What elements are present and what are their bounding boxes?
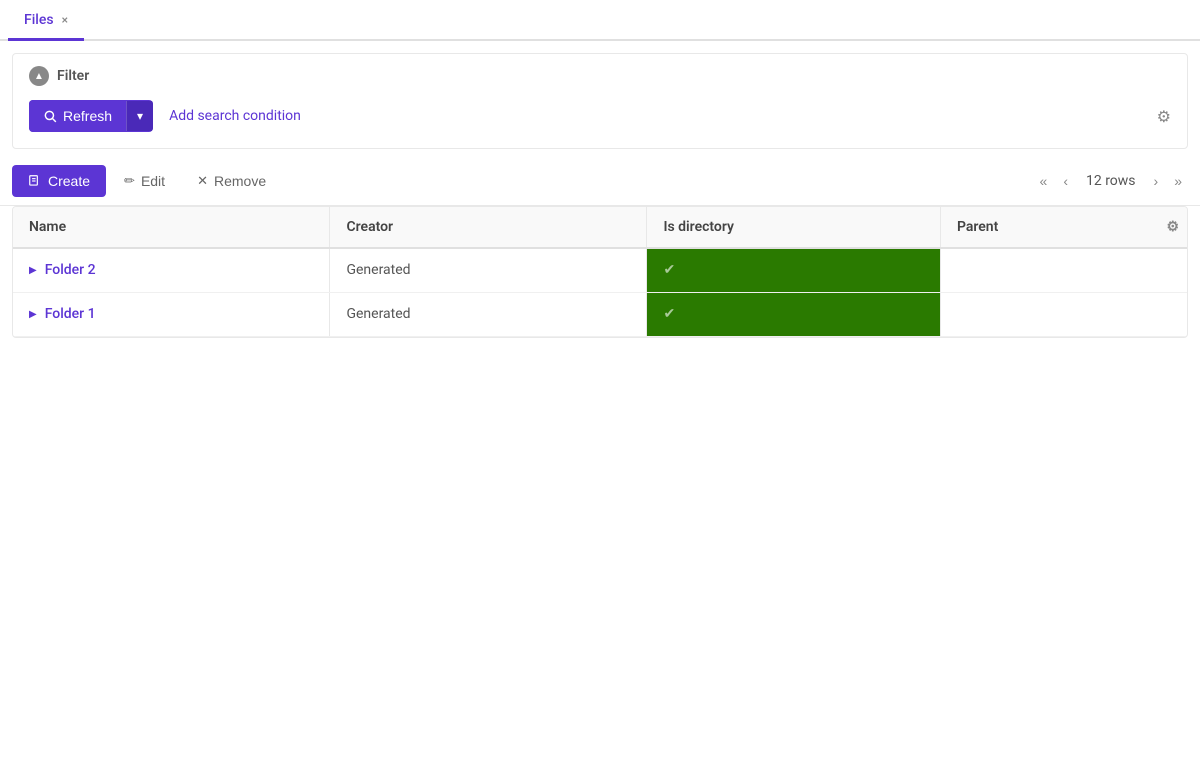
checkmark-icon: ✔ (663, 262, 675, 278)
add-search-condition-link[interactable]: Add search condition (169, 108, 301, 124)
filter-header: ▲ Filter (29, 66, 1171, 86)
expander-arrow-icon: ▶ (29, 309, 37, 320)
is-directory-inner: ✔ (647, 249, 940, 292)
pagination-next-button[interactable]: › (1148, 169, 1165, 193)
cell-is-directory: ✔ (647, 292, 941, 336)
is-directory-inner: ✔ (647, 293, 940, 336)
cell-creator: Generated (330, 292, 647, 336)
pagination-last-button[interactable]: » (1168, 169, 1188, 193)
tab-label: Files (24, 12, 54, 28)
row-expander[interactable]: ▶ Folder 2 (29, 262, 313, 278)
cell-parent (940, 292, 1187, 336)
remove-icon: ✕ (197, 173, 208, 189)
empty-area (0, 338, 1200, 688)
pagination-first-button[interactable]: « (1034, 169, 1054, 193)
filter-toggle-icon[interactable]: ▲ (29, 66, 49, 86)
filter-actions: Refresh ▾ Add search condition ⚙ (29, 100, 1171, 132)
col-header-name: Name (13, 207, 330, 248)
row-count: 12 rows (1078, 173, 1144, 189)
cell-name: ▶ Folder 1 (13, 292, 330, 336)
table-header-row: Name Creator Is directory Parent ⚙ (13, 207, 1187, 248)
expander-arrow-icon: ▶ (29, 265, 37, 276)
col-header-creator: Creator (330, 207, 647, 248)
cell-is-directory: ✔ (647, 248, 941, 292)
search-icon (43, 109, 57, 123)
col-header-parent: Parent ⚙ (940, 207, 1187, 248)
edit-button[interactable]: ✏ Edit (110, 165, 179, 197)
refresh-dropdown-icon[interactable]: ▾ (126, 101, 153, 131)
table-container: Name Creator Is directory Parent ⚙ ▶ Fol… (12, 206, 1188, 338)
cell-name: ▶ Folder 2 (13, 248, 330, 292)
table-body: ▶ Folder 2 Generated ✔ ▶ Folder 1 Genera… (13, 248, 1187, 336)
refresh-main[interactable]: Refresh (29, 100, 126, 132)
tab-close-icon[interactable]: × (62, 14, 68, 26)
remove-button[interactable]: ✕ Remove (183, 165, 280, 197)
cell-creator: Generated (330, 248, 647, 292)
table-settings-icon[interactable]: ⚙ (1166, 219, 1179, 235)
row-name-text: Folder 1 (45, 306, 96, 322)
checkmark-icon: ✔ (663, 306, 675, 322)
toolbar: Create ✏ Edit ✕ Remove « ‹ 12 rows › » (0, 157, 1200, 206)
edit-icon: ✏ (124, 173, 135, 189)
pagination-prev-button[interactable]: ‹ (1057, 169, 1074, 193)
pagination: « ‹ 12 rows › » (1034, 169, 1188, 193)
cell-parent (940, 248, 1187, 292)
table-row[interactable]: ▶ Folder 1 Generated ✔ (13, 292, 1187, 336)
data-table: Name Creator Is directory Parent ⚙ ▶ Fol… (13, 207, 1187, 337)
table-row[interactable]: ▶ Folder 2 Generated ✔ (13, 248, 1187, 292)
row-expander[interactable]: ▶ Folder 1 (29, 306, 313, 322)
create-icon (28, 174, 42, 188)
files-tab[interactable]: Files × (8, 0, 84, 41)
row-name-text: Folder 2 (45, 262, 96, 278)
tab-bar: Files × (0, 0, 1200, 41)
col-header-is-directory: Is directory (647, 207, 941, 248)
refresh-button[interactable]: Refresh ▾ (29, 100, 153, 132)
filter-gear-icon[interactable]: ⚙ (1157, 107, 1171, 126)
filter-title: Filter (57, 68, 89, 84)
filter-section: ▲ Filter Refresh ▾ Add search condition … (12, 53, 1188, 149)
create-button[interactable]: Create (12, 165, 106, 197)
